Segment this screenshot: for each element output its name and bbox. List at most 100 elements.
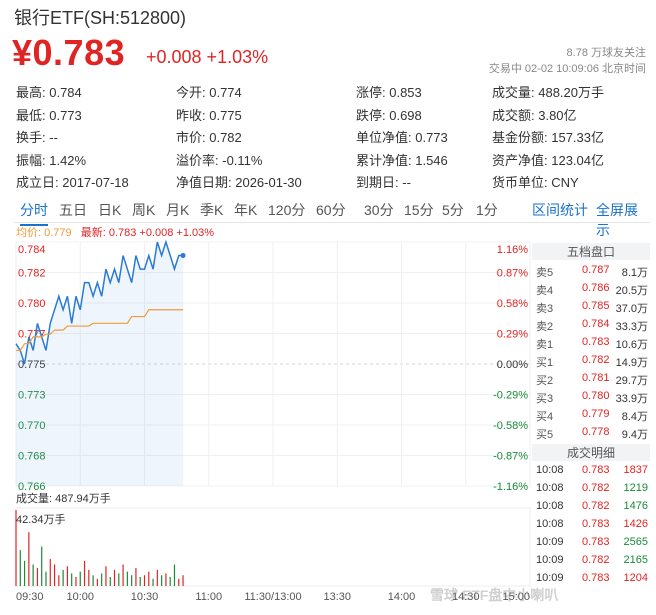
orderbook-label: 卖5 xyxy=(536,267,554,279)
tab-11[interactable]: 5分 xyxy=(442,200,464,220)
fullscreen-button[interactable]: 全屏展示 xyxy=(596,200,650,240)
tab-3[interactable]: 周K xyxy=(132,200,155,220)
deal-row: 10:08 0.783 1837 xyxy=(532,462,650,480)
quote-label: 涨停: xyxy=(356,85,386,100)
quote-cell: 资产净值: 123.04亿 xyxy=(492,150,604,169)
deal-time: 10:08 xyxy=(536,482,564,494)
deal-volume: 1204 xyxy=(623,572,648,584)
deal-volume: 1426 xyxy=(623,518,648,530)
quote-value: 0.773 xyxy=(45,107,82,123)
quote-cell: 跌停: 0.698 xyxy=(356,105,422,124)
quote-label: 跌停: xyxy=(356,107,386,123)
quote-value: 123.04亿 xyxy=(547,152,604,168)
tab-9[interactable]: 30分 xyxy=(364,200,394,220)
deal-volume: 1476 xyxy=(623,500,648,512)
y-tick-right: 0.58% xyxy=(497,298,528,310)
orderbook-price: 0.781 xyxy=(582,372,610,384)
quote-cell: 基金份额: 157.33亿 xyxy=(492,127,604,146)
orderbook-row: 买1 0.782 14.9万 xyxy=(532,352,650,370)
range-stats-button[interactable]: 区间统计 xyxy=(532,200,588,220)
quote-cell: 成交额: 3.80亿 xyxy=(492,105,577,124)
orderbook-label: 买5 xyxy=(536,429,554,441)
orderbook-title: 五档盘口 xyxy=(532,243,650,260)
quote-label: 单位净值: xyxy=(356,130,412,145)
tab-4[interactable]: 月K xyxy=(166,200,189,220)
tab-7[interactable]: 120分 xyxy=(268,200,305,220)
deal-price: 0.782 xyxy=(582,554,610,566)
deal-price: 0.783 xyxy=(582,572,610,584)
deal-time: 10:09 xyxy=(536,554,564,566)
y-tick-left: 0.780 xyxy=(18,298,46,310)
tab-8[interactable]: 60分 xyxy=(316,200,346,220)
deal-time: 10:09 xyxy=(536,536,564,548)
volume-label: 成交量: 487.94万手 xyxy=(16,491,111,505)
orderbook-label: 卖3 xyxy=(536,303,554,315)
x-tick: 11:30/13:00 xyxy=(244,591,301,603)
orderbook-label: 卖1 xyxy=(536,339,554,351)
orderbook-price: 0.780 xyxy=(582,390,610,402)
quote-row: 振幅: 1.42% 溢价率: -0.11% 累计净值: 1.546 资产净值: 123… xyxy=(16,150,646,172)
current-price: ¥0.783 xyxy=(12,32,126,73)
deal-time: 10:08 xyxy=(536,464,564,476)
orderbook-row: 卖4 0.786 20.5万 xyxy=(532,280,650,298)
orderbook-row: 卖5 0.787 8.1万 xyxy=(532,262,650,280)
orderbook-price: 0.783 xyxy=(582,336,610,348)
quote-label: 成交量: xyxy=(492,85,535,100)
quote-label: 基金份额: xyxy=(492,130,548,145)
quote-cell: 累计净值: 1.546 xyxy=(356,150,448,169)
x-tick: 10:30 xyxy=(131,591,159,603)
quote-value: 0.784 xyxy=(45,85,82,100)
quote-value: 2017-07-18 xyxy=(58,175,129,190)
volume-plot-frame xyxy=(15,507,531,587)
orderbook-row: 卖3 0.785 37.0万 xyxy=(532,298,650,316)
quote-label: 累计净值: xyxy=(356,152,412,168)
orderbook-volume: 33.3万 xyxy=(615,321,648,333)
quote-row: 最高: 0.784 今开: 0.774 涨停: 0.853 成交量: 488.20万手 xyxy=(16,82,646,104)
orderbook-row: 买4 0.779 8.4万 xyxy=(532,406,650,424)
orderbook-volume: 14.9万 xyxy=(615,357,648,369)
quote-label: 资产净值: xyxy=(492,152,548,168)
orderbook-price: 0.784 xyxy=(582,318,610,330)
deal-volume: 2165 xyxy=(623,554,648,566)
deal-time: 10:08 xyxy=(536,500,564,512)
quote-value: 0.775 xyxy=(205,107,242,123)
y-tick-right: -0.29% xyxy=(493,390,528,402)
y-tick-right: 0.29% xyxy=(497,329,528,341)
tab-10[interactable]: 15分 xyxy=(404,200,434,220)
x-tick: 10:00 xyxy=(66,591,94,603)
quote-cell: 成立日: 2017-07-18 xyxy=(16,172,129,191)
quote-value: 0.853 xyxy=(385,85,422,100)
volume-max-label: 42.34万手 xyxy=(16,512,66,526)
orderbook-row: 卖1 0.783 10.6万 xyxy=(532,334,650,352)
deal-price: 0.783 xyxy=(582,464,610,476)
orderbook-label: 卖4 xyxy=(536,285,554,297)
tab-12[interactable]: 1分 xyxy=(476,200,498,220)
quote-row: 最低: 0.773 昨收: 0.775 跌停: 0.698 成交额: 3.80亿 xyxy=(16,105,646,127)
tab-2[interactable]: 日K xyxy=(98,200,121,220)
deal-volume: 1219 xyxy=(623,482,648,494)
tab-5[interactable]: 季K xyxy=(200,200,223,220)
quote-value: 0.774 xyxy=(205,85,242,100)
y-tick-right: 0.00% xyxy=(497,359,528,371)
quote-cell: 成交量: 488.20万手 xyxy=(492,82,604,101)
orderbook-volume: 33.9万 xyxy=(615,393,648,405)
y-tick-right: 0.87% xyxy=(497,268,528,280)
orderbook-volume: 8.4万 xyxy=(621,411,648,423)
quote-value: 0.782 xyxy=(205,130,242,145)
tab-0[interactable]: 分时 xyxy=(20,200,48,226)
quote-value: -0.11% xyxy=(218,152,263,168)
tab-1[interactable]: 五日 xyxy=(59,200,87,220)
quote-label: 最高: xyxy=(16,85,46,100)
orderbook-row: 买2 0.781 29.7万 xyxy=(532,370,650,388)
intraday-chart[interactable]: 0.784 1.16%0.782 0.87%0.780 0.58%0.777 0.29%… xyxy=(0,236,532,615)
orderbook-price: 0.786 xyxy=(582,282,610,294)
quote-label: 换手: xyxy=(16,130,46,145)
deal-row: 10:08 0.782 1219 xyxy=(532,480,650,498)
quote-cell: 振幅: 1.42% xyxy=(16,150,86,169)
quote-value: 3.80亿 xyxy=(534,107,577,123)
orderbook-row: 买5 0.778 9.4万 xyxy=(532,424,650,442)
quote-cell: 净值日期: 2026-01-30 xyxy=(176,172,302,191)
quote-label: 到期日: xyxy=(356,175,399,190)
quote-label: 货币单位: xyxy=(492,175,548,190)
tab-6[interactable]: 年K xyxy=(234,200,257,220)
